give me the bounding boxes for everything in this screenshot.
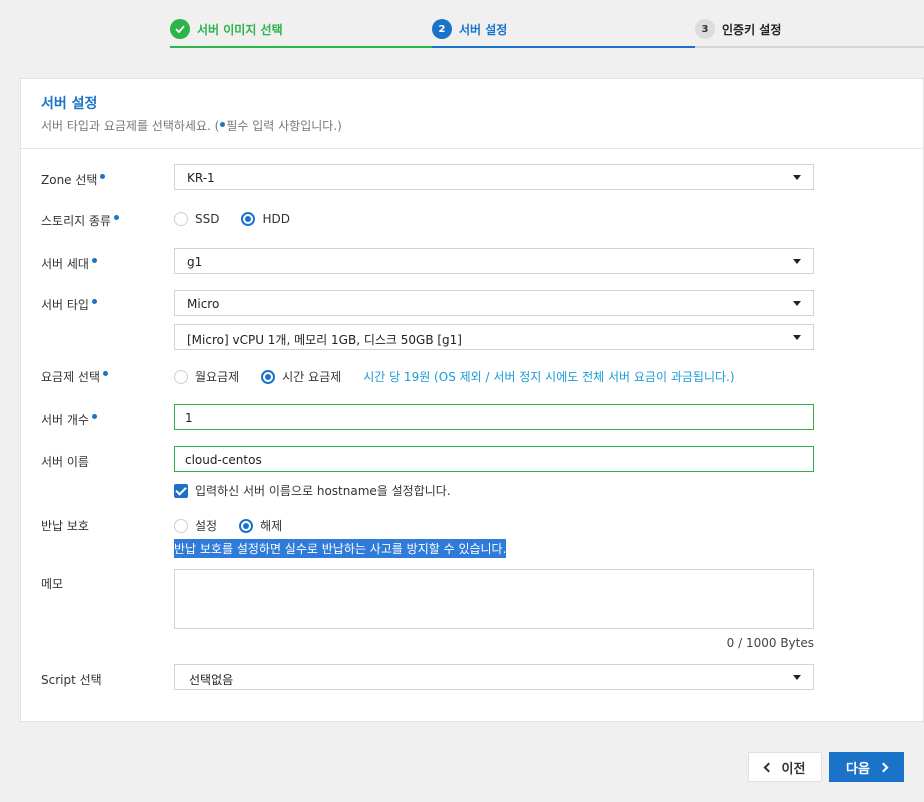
desc-text: 서버 타입과 요금제를 선택하세요. ( <box>41 119 220 133</box>
server-spec-value: [Micro] vCPU 1개, 메모리 1GB, 디스크 50GB [g1] <box>187 333 462 347</box>
memo-byte-counter: 0 / 1000 Bytes <box>726 636 814 650</box>
script-select[interactable]: 선택없음 <box>174 664 814 690</box>
protection-radio-group: 설정 해제 <box>174 517 304 534</box>
zone-label: Zone 선택 <box>41 171 106 188</box>
checkbox-checked-icon <box>174 483 188 498</box>
required-dot-icon <box>91 299 97 304</box>
chevron-right-icon <box>878 762 889 772</box>
required-dot-icon <box>220 122 226 127</box>
pricing-radio-group: 월요금제 시간 요금제 시간 당 19원 (OS 제외 / 서버 정지 시에도 … <box>174 368 735 385</box>
card-description: 서버 타입과 요금제를 선택하세요. ( 필수 입력 사항입니다.) <box>41 117 342 134</box>
server-spec-select[interactable]: [Micro] vCPU 1개, 메모리 1GB, 디스크 50GB [g1] <box>174 324 814 350</box>
storage-label: 스토리지 종류 <box>41 212 120 229</box>
caret-down-icon <box>793 301 801 306</box>
radio-selected-icon <box>239 518 254 533</box>
desc-text: 필수 입력 사항입니다.) <box>226 119 342 133</box>
caret-down-icon <box>793 675 801 680</box>
chevron-left-icon <box>763 762 773 772</box>
name-label: 서버 이름 <box>41 455 89 469</box>
pricing-monthly-radio[interactable]: 월요금제 <box>174 368 239 385</box>
pricing-hint: 시간 당 19원 (OS 제외 / 서버 정지 시에도 전체 서버 요금이 과금… <box>363 370 735 384</box>
step-progress-bar <box>170 46 432 48</box>
storage-hdd-radio[interactable]: HDD <box>241 212 290 226</box>
next-button[interactable]: 다음 <box>829 752 904 782</box>
script-label: Script 선택 <box>41 673 102 687</box>
zone-value: KR-1 <box>187 171 215 185</box>
caret-down-icon <box>793 335 801 340</box>
count-label: 서버 개수 <box>41 411 97 428</box>
wizard-stepper: 서버 이미지 선택 2 서버 설정 3 인증키 설정 <box>0 0 924 50</box>
server-type-label: 서버 타입 <box>41 296 97 313</box>
required-dot-icon <box>91 258 97 263</box>
radio-selected-icon <box>241 212 256 226</box>
storage-radio-group: SSD HDD <box>174 212 312 226</box>
step-number: 3 <box>695 19 715 39</box>
step-label: 서버 설정 <box>459 22 508 37</box>
pricing-label: 요금제 선택 <box>41 368 109 385</box>
storage-ssd-radio[interactable]: SSD <box>174 212 219 226</box>
pricing-hourly-radio[interactable]: 시간 요금제 <box>261 368 341 385</box>
hostname-checkbox-label: 입력하신 서버 이름으로 hostname을 설정합니다. <box>195 484 451 498</box>
memo-label: 메모 <box>41 577 64 591</box>
check-icon <box>170 19 190 39</box>
step-number: 2 <box>432 19 452 39</box>
protection-label: 반납 보호 <box>41 519 89 533</box>
card-header: 서버 설정 서버 타입과 요금제를 선택하세요. ( 필수 입력 사항입니다.) <box>21 79 924 149</box>
server-type-value: Micro <box>187 297 220 311</box>
step-label: 인증키 설정 <box>722 22 782 37</box>
protection-off-radio[interactable]: 해제 <box>239 517 282 534</box>
radio-selected-icon <box>261 369 276 384</box>
step-label: 서버 이미지 선택 <box>197 22 283 37</box>
memo-textarea[interactable] <box>174 569 814 629</box>
generation-label: 서버 세대 <box>41 255 97 272</box>
radio-icon <box>174 518 188 533</box>
caret-down-icon <box>793 175 801 180</box>
script-value: 선택없음 <box>189 673 234 687</box>
hostname-checkbox[interactable]: 입력하신 서버 이름으로 hostname을 설정합니다. <box>174 482 451 499</box>
server-type-select[interactable]: Micro <box>174 290 814 316</box>
prev-button[interactable]: 이전 <box>748 752 822 782</box>
generation-select[interactable]: g1 <box>174 248 814 274</box>
step-server-image[interactable]: 서버 이미지 선택 <box>170 0 432 50</box>
step-progress-bar <box>695 46 924 48</box>
step-server-settings[interactable]: 2 서버 설정 <box>432 0 695 50</box>
protection-on-radio[interactable]: 설정 <box>174 517 217 534</box>
protection-note: 반납 보호를 설정하면 실수로 반납하는 사고를 방지할 수 있습니다. <box>174 539 507 558</box>
card-title: 서버 설정 <box>41 96 98 112</box>
caret-down-icon <box>793 259 801 264</box>
radio-icon <box>174 369 188 384</box>
required-dot-icon <box>103 371 109 376</box>
step-auth-key[interactable]: 3 인증키 설정 <box>695 0 924 50</box>
server-name-input[interactable]: cloud-centos <box>174 446 814 472</box>
radio-icon <box>174 212 188 226</box>
required-dot-icon <box>100 174 106 179</box>
zone-select[interactable]: KR-1 <box>174 164 814 190</box>
required-dot-icon <box>114 215 120 220</box>
required-dot-icon <box>91 414 97 419</box>
step-progress-bar <box>432 46 695 48</box>
generation-value: g1 <box>187 255 203 269</box>
server-count-input[interactable]: 1 <box>174 404 814 430</box>
